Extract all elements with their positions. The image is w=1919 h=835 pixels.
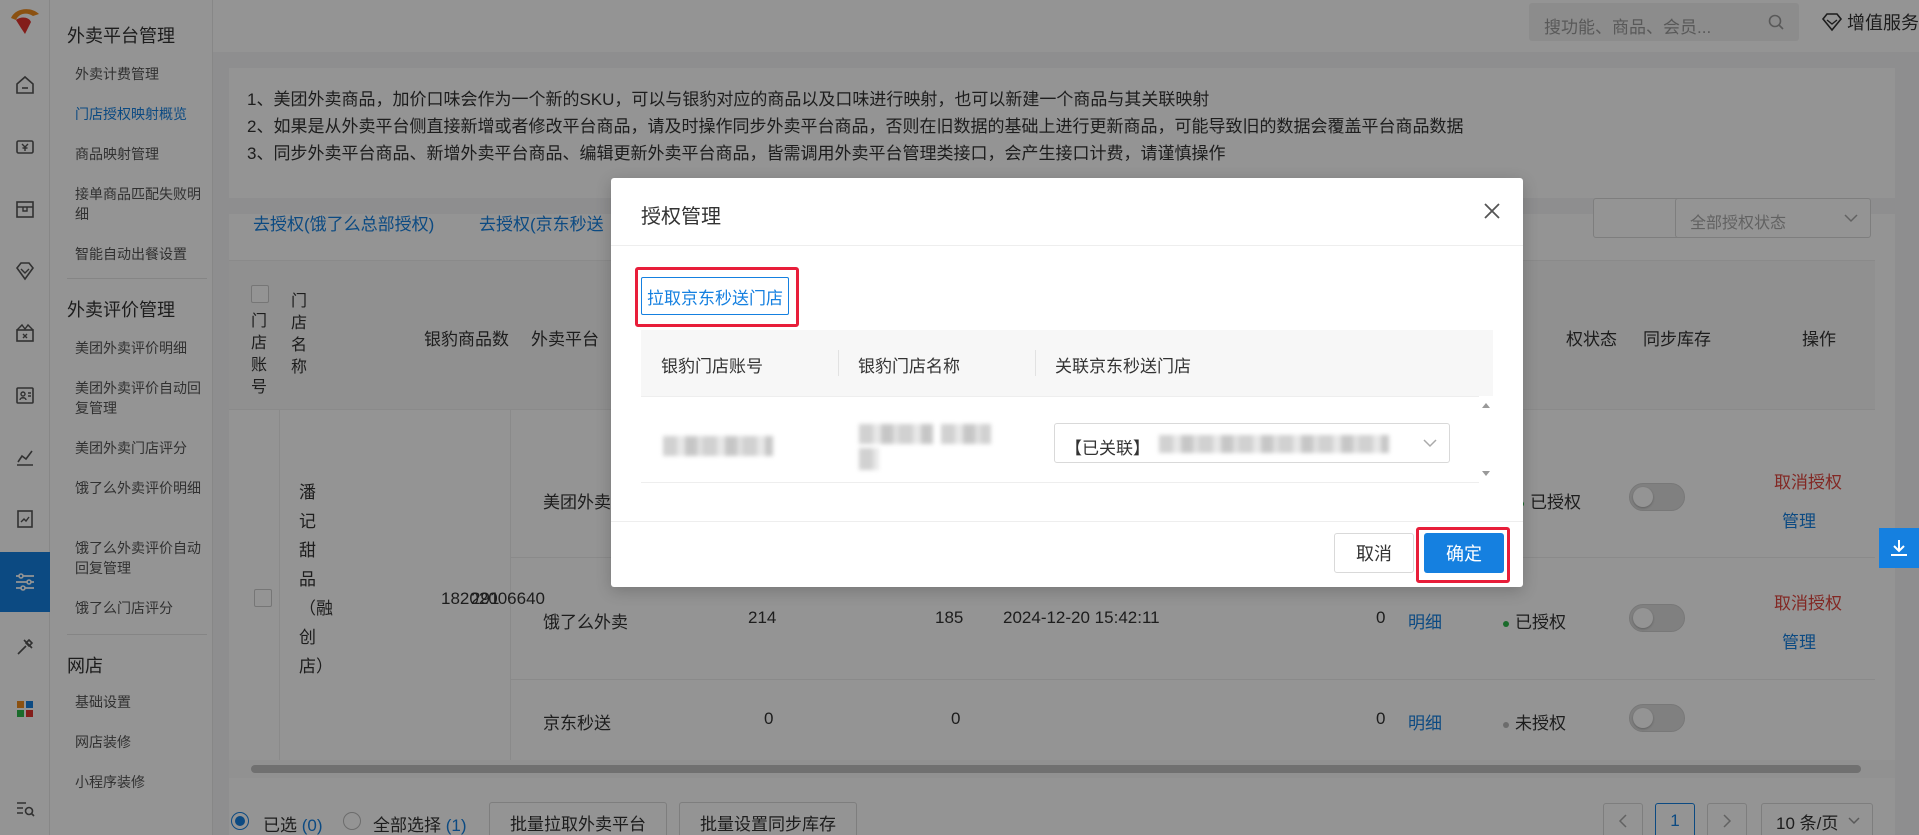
- dialog-vertical-scrollbar[interactable]: [1479, 398, 1493, 482]
- blurred-name: [859, 424, 933, 444]
- dialog-title: 授权管理: [641, 206, 721, 228]
- linked-jd-store-select[interactable]: 【已关联】: [1054, 423, 1450, 463]
- blurred-name: [941, 424, 991, 444]
- dialog-row-divider: [641, 396, 1479, 397]
- auth-management-dialog: 授权管理 拉取京东秒送门店 银豹门店账号 银豹门店名称 关联京东秒送门店 【已关…: [611, 178, 1523, 587]
- app-root: 外卖平台管理 外卖计费管理 门店授权映射概览 商品映射管理 接单商品匹配失败明细…: [0, 0, 1919, 835]
- blurred-name: [859, 448, 879, 470]
- dialog-divider: [611, 245, 1523, 246]
- column-divider: [1035, 350, 1036, 376]
- download-icon[interactable]: [1879, 528, 1919, 568]
- dialog-table-header: 银豹门店账号 银豹门店名称 关联京东秒送门店: [641, 330, 1493, 396]
- confirm-button[interactable]: 确定: [1424, 533, 1504, 573]
- dialog-col-account: 银豹门店账号: [661, 357, 763, 376]
- blurred-account: [663, 436, 773, 456]
- dialog-row-divider: [641, 482, 1479, 483]
- linked-prefix: 【已关联】: [1065, 439, 1150, 458]
- close-icon[interactable]: [1483, 202, 1501, 220]
- chevron-down-icon: [1423, 439, 1437, 448]
- column-divider: [838, 350, 839, 376]
- pull-jd-stores-button[interactable]: 拉取京东秒送门店: [641, 277, 789, 315]
- dialog-col-linked-store: 关联京东秒送门店: [1055, 357, 1191, 376]
- dialog-divider: [611, 521, 1523, 522]
- dialog-col-name: 银豹门店名称: [858, 357, 960, 376]
- blurred-store: [1159, 435, 1389, 453]
- cancel-button[interactable]: 取消: [1334, 533, 1414, 573]
